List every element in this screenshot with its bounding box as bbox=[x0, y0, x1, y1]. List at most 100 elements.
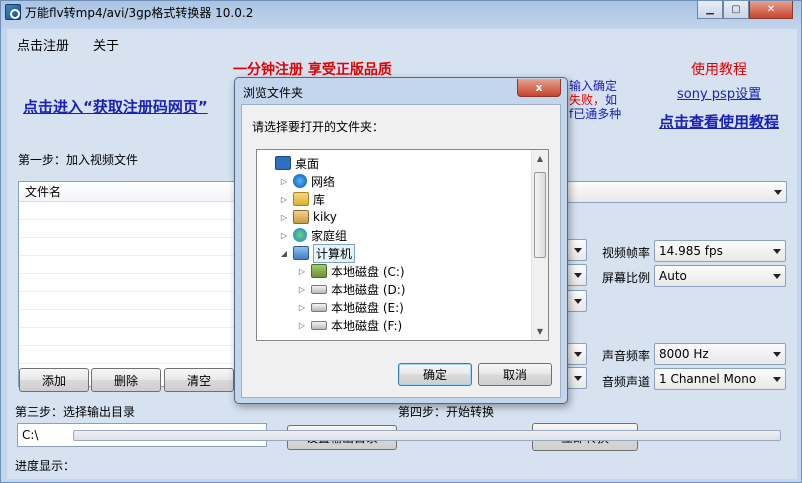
video-size-select[interactable] bbox=[567, 239, 587, 261]
scroll-down-icon[interactable]: ▼ bbox=[532, 323, 548, 340]
audio-bitrate-select[interactable] bbox=[567, 367, 587, 389]
tree-item-label: 家庭组 bbox=[311, 228, 348, 243]
dialog-body: 请选择要打开的文件夹： ▲ ▼ 桌面 ▷ 网络 ▷ 库 ▷ kiky ▷ 家庭组 ◢ 计算机 ▷ 本地磁… bbox=[241, 104, 561, 398]
video-quality-select[interactable] bbox=[567, 264, 587, 286]
frame-rate-value: 14.985 fps bbox=[659, 244, 723, 258]
audio-codec-select[interactable] bbox=[567, 343, 587, 365]
expand-arrow-icon[interactable]: ▷ bbox=[279, 177, 289, 186]
tree-item[interactable]: ▷ 库 bbox=[279, 190, 325, 208]
menu-register[interactable]: 点击注册 bbox=[17, 35, 69, 54]
sample-rate-value: 8000 Hz bbox=[659, 347, 709, 361]
list-item[interactable] bbox=[19, 292, 243, 310]
tree-item-label: kiky bbox=[313, 210, 337, 224]
note-if-text: 如 bbox=[605, 93, 618, 107]
tree-item-label: 库 bbox=[313, 192, 326, 207]
app-icon bbox=[5, 4, 21, 20]
dialog-close-button[interactable]: x bbox=[517, 79, 561, 97]
user-folder-icon bbox=[293, 210, 309, 224]
expand-arrow-icon[interactable]: ▷ bbox=[297, 285, 307, 294]
list-item[interactable] bbox=[19, 274, 243, 292]
tree-item[interactable]: ▷ 网络 bbox=[279, 172, 335, 190]
output-format-select[interactable] bbox=[567, 181, 787, 203]
chevron-down-icon bbox=[574, 248, 582, 253]
progress-bar bbox=[73, 430, 781, 441]
expand-arrow-icon[interactable]: ◢ bbox=[279, 249, 289, 258]
list-item[interactable] bbox=[19, 202, 243, 220]
dialog-prompt: 请选择要打开的文件夹： bbox=[252, 120, 385, 134]
expand-arrow-icon[interactable]: ▷ bbox=[297, 303, 307, 312]
tree-item[interactable]: ▷ 家庭组 bbox=[279, 226, 347, 244]
list-item[interactable] bbox=[19, 328, 243, 346]
library-icon bbox=[293, 192, 309, 206]
step1-label: 第一步：加入视频文件 bbox=[18, 153, 139, 167]
file-list[interactable]: 文件名 bbox=[18, 181, 244, 387]
tree-item[interactable]: ▷ 本地磁盘 (D:) bbox=[297, 280, 406, 298]
aspect-ratio-label: 屏幕比例 bbox=[602, 271, 651, 285]
system-disk-icon bbox=[311, 264, 327, 278]
list-item[interactable] bbox=[19, 256, 243, 274]
folder-tree[interactable]: ▲ ▼ 桌面 ▷ 网络 ▷ 库 ▷ kiky ▷ 家庭组 ◢ 计算机 ▷ 本地磁盘 (C:) ▷ 本地磁盘 … bbox=[256, 149, 549, 341]
scroll-up-icon[interactable]: ▲ bbox=[532, 150, 548, 167]
computer-icon bbox=[293, 246, 309, 260]
chevron-down-icon bbox=[574, 299, 582, 304]
clear-files-button[interactable]: 清空 bbox=[164, 368, 234, 392]
maximize-button[interactable]: ▢ bbox=[723, 1, 749, 19]
sony-psp-link[interactable]: sony psp设置 bbox=[677, 83, 761, 102]
column-header-filename[interactable]: 文件名 bbox=[19, 182, 243, 202]
window-controls: ▁ ▢ ✕ bbox=[697, 1, 793, 19]
ok-button[interactable]: 确定 bbox=[398, 363, 472, 386]
tree-item-label: 网络 bbox=[311, 174, 336, 189]
expand-arrow-icon[interactable]: ▷ bbox=[279, 213, 289, 222]
expand-arrow-icon[interactable]: ▷ bbox=[297, 267, 307, 276]
audio-channel-value: 1 Channel Mono bbox=[659, 372, 757, 386]
aspect-ratio-value: Auto bbox=[659, 269, 687, 283]
delete-file-button[interactable]: 删除 bbox=[91, 368, 161, 392]
frame-rate-label: 视频帧率 bbox=[602, 246, 651, 260]
close-window-button[interactable]: ✕ bbox=[749, 1, 793, 19]
aspect-ratio-select[interactable]: Auto bbox=[654, 265, 786, 287]
audio-channel-label: 音频声道 bbox=[602, 375, 651, 389]
list-item[interactable] bbox=[19, 220, 243, 238]
scroll-thumb[interactable] bbox=[534, 172, 546, 258]
chevron-down-icon bbox=[774, 190, 782, 195]
sample-rate-label: 声音频率 bbox=[602, 349, 651, 363]
tree-item[interactable]: 桌面 bbox=[261, 154, 319, 172]
menu-bar: 点击注册 关于 bbox=[7, 29, 797, 55]
chevron-down-icon bbox=[773, 352, 781, 357]
audio-channel-select[interactable]: 1 Channel Mono bbox=[654, 368, 786, 390]
expand-arrow-icon[interactable]: ▷ bbox=[297, 321, 307, 330]
window-title: 万能flv转mp4/avi/3gp格式转换器 10.0.2 bbox=[25, 6, 254, 20]
disk-icon bbox=[311, 302, 327, 312]
browse-folder-dialog: 浏览文件夹 x 请选择要打开的文件夹： ▲ ▼ 桌面 ▷ 网络 ▷ 库 ▷ kiky ▷ 家庭组… bbox=[234, 77, 568, 404]
tree-item-label: 桌面 bbox=[295, 156, 320, 171]
desktop-icon bbox=[275, 156, 291, 170]
tree-item-label: 本地磁盘 (C:) bbox=[331, 264, 405, 279]
add-file-button[interactable]: 添加 bbox=[19, 368, 89, 392]
expand-arrow-icon[interactable]: ▷ bbox=[279, 231, 289, 240]
list-item[interactable] bbox=[19, 346, 243, 364]
chevron-down-icon bbox=[574, 376, 582, 381]
minimize-button[interactable]: ▁ bbox=[697, 1, 723, 19]
cancel-button[interactable]: 取消 bbox=[478, 363, 552, 386]
register-code-link[interactable]: 点击进入“获取注册码网页” bbox=[23, 96, 208, 117]
tree-scrollbar[interactable]: ▲ ▼ bbox=[531, 150, 548, 340]
video-bitrate-select[interactable] bbox=[567, 290, 587, 312]
list-item[interactable] bbox=[19, 238, 243, 256]
tree-item[interactable]: ▷ kiky bbox=[279, 208, 337, 226]
disk-icon bbox=[311, 320, 327, 330]
tree-item[interactable]: ▷ 本地磁盘 (C:) bbox=[297, 262, 405, 280]
dialog-title: 浏览文件夹 bbox=[243, 86, 304, 100]
tree-item[interactable]: ▷ 本地磁盘 (E:) bbox=[297, 298, 404, 316]
menu-about[interactable]: 关于 bbox=[93, 35, 119, 54]
frame-rate-select[interactable]: 14.985 fps bbox=[654, 240, 786, 262]
tree-item[interactable]: ◢ 计算机 bbox=[279, 243, 356, 263]
tree-item[interactable]: ▷ 本地磁盘 (F:) bbox=[297, 316, 402, 334]
tree-item-label: 计算机 bbox=[313, 243, 356, 263]
sample-rate-select[interactable]: 8000 Hz bbox=[654, 343, 786, 365]
expand-arrow-icon[interactable]: ▷ bbox=[279, 195, 289, 204]
note-line-1: 输入确定 bbox=[569, 79, 618, 93]
chevron-down-icon bbox=[773, 377, 781, 382]
list-item[interactable] bbox=[19, 310, 243, 328]
view-tutorial-link[interactable]: 点击查看使用教程 bbox=[659, 111, 779, 132]
tree-item-label: 本地磁盘 (D:) bbox=[331, 282, 406, 297]
